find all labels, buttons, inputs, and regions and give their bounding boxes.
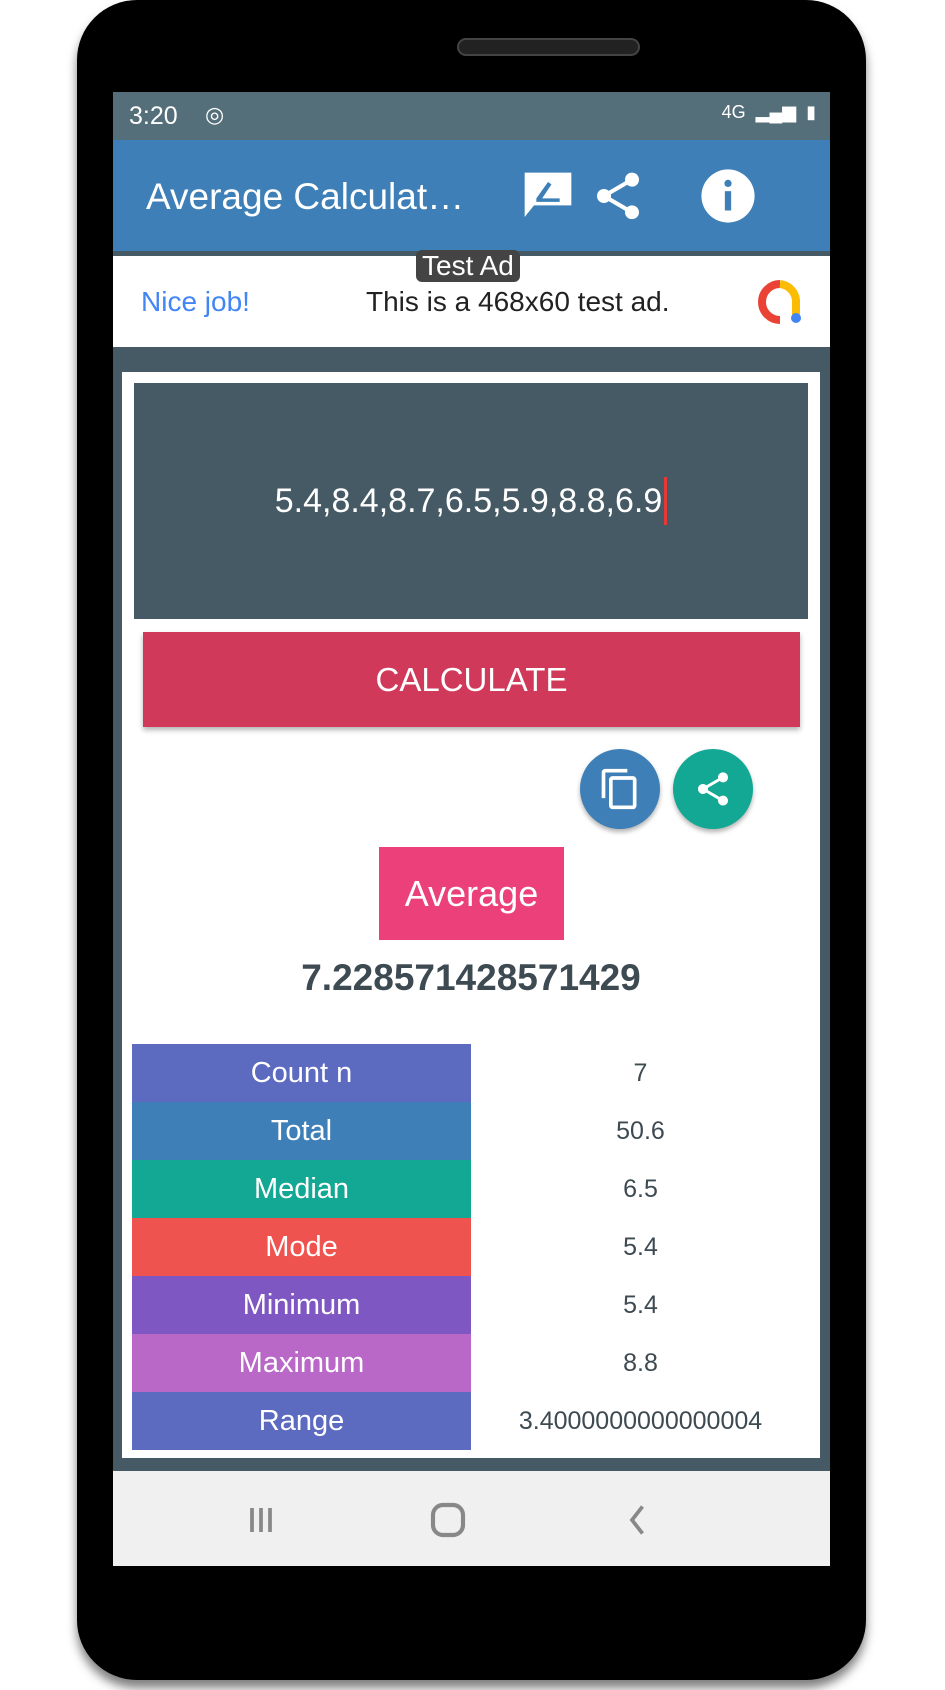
stat-label: Count n [132,1044,471,1102]
copy-button[interactable] [580,749,660,829]
admob-logo-icon [758,280,801,324]
navigation-bar [113,1471,830,1566]
network-label: 4G [721,102,746,122]
average-value: 7.228571428571429 [301,957,641,998]
stat-value: 8.8 [623,1348,658,1377]
share-icon [597,172,639,220]
stats-row: Maximum 8.8 [132,1334,810,1392]
status-time: 3:20 [129,102,178,130]
info-button[interactable] [698,166,758,226]
stat-value: 5.4 [623,1290,658,1319]
stat-value: 50.6 [616,1116,665,1145]
numbers-input-value: 5.4,8.4,8.7,6.5,5.9,8.8,6.9 [274,481,663,520]
recents-button[interactable] [236,1495,286,1545]
stat-value: 6.5 [623,1174,658,1203]
stats-row: Median 6.5 [132,1160,810,1218]
feedback-button[interactable] [518,166,578,226]
calculate-button[interactable]: CALCULATE [143,632,800,727]
hotspot-icon: ◎ [205,102,225,127]
stats-row: Range 3.4000000000000004 [132,1392,810,1450]
stat-label: Total [132,1102,471,1160]
stats-row: Total 50.6 [132,1102,810,1160]
text-cursor [664,477,668,525]
ad-headline: Nice job! [141,286,250,317]
stats-row: Count n 7 [132,1044,810,1102]
stats-row: Mode 5.4 [132,1218,810,1276]
stats-table: Count n 7 Total 50.6 Median 6.5 Mode 5.4 Minimum… [132,1044,810,1450]
stat-label: Mode [132,1218,471,1276]
feedback-icon [524,172,572,217]
share-result-button[interactable] [673,749,753,829]
numbers-input[interactable]: 5.4,8.4,8.7,6.5,5.9,8.8,6.9 [134,383,808,619]
ad-message: This is a 468x60 test ad. [366,286,670,317]
stat-label: Median [132,1160,471,1218]
share-icon [698,772,728,806]
stat-label: Minimum [132,1276,471,1334]
back-button[interactable] [613,1495,663,1545]
battery-icon: ▮ [806,102,816,122]
stat-label: Range [132,1392,471,1450]
recents-icon [250,1508,272,1532]
signal-icon: ▂▄▆ [755,102,797,122]
app-bar: Average Calculat… [113,140,830,251]
app-title: Average Calculat… [146,176,465,217]
stats-row: Minimum 5.4 [132,1276,810,1334]
stat-value: 5.4 [623,1232,658,1261]
status-bar: 3:20 ◎ 4G ▂▄▆ ▮ [113,92,830,140]
home-icon [430,1502,466,1538]
speaker-grille [457,38,640,56]
info-icon [701,169,755,223]
screen: 3:20 ◎ 4G ▂▄▆ ▮ Average Calculat… Nice j… [113,92,830,1566]
test-ad-badge: Test Ad [416,250,520,282]
stat-value: 3.4000000000000004 [518,1406,763,1435]
home-button[interactable] [423,1495,473,1545]
share-button[interactable] [588,166,648,226]
stat-value: 7 [633,1058,648,1087]
average-label: Average [379,847,564,940]
ad-banner[interactable]: Nice job! This is a 468x60 test ad. Test… [113,250,830,347]
stat-label: Maximum [132,1334,471,1392]
calculator-card: 5.4,8.4,8.7,6.5,5.9,8.8,6.9 CALCULATE Av… [122,372,820,1458]
copy-icon [601,768,637,810]
back-icon [629,1505,644,1535]
